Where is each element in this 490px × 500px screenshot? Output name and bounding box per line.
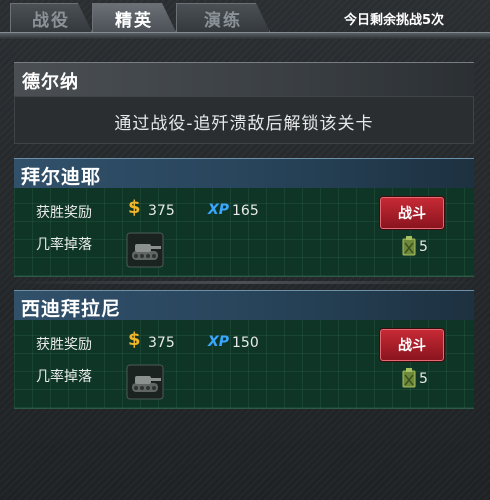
tab-campaign[interactable]: 战役 (10, 3, 92, 32)
xp-icon: XP (208, 202, 230, 218)
tank-icon[interactable] (126, 364, 164, 400)
locked-stage-title: 德尔纳 (22, 72, 79, 93)
unlock-requirement: 通过战役-追歼溃敌后解锁该关卡 (114, 114, 374, 134)
stage-title: 拜尔迪耶 (21, 166, 102, 188)
xp-reward: 165 (232, 203, 259, 219)
reward-label: 获胜奖励 (36, 205, 92, 221)
coin-reward: 375 (148, 335, 175, 351)
drop-label: 几率掉落 (36, 369, 92, 385)
fight-button[interactable]: 战斗 (380, 329, 444, 361)
game-panel: 战役 精英 演练 今日剩余挑战5次 德尔纳 通过战役-追歼溃敌后解锁该关卡 拜尔… (0, 0, 490, 500)
stage-header: 拜尔迪耶 (14, 158, 474, 189)
coin-icon: $ (128, 329, 141, 350)
stamina-cost: 5 (419, 239, 428, 255)
stage-body: 获胜奖励 $ 375 XP 150 几率掉落 战斗 5 (14, 320, 474, 409)
locked-stage-body: 通过战役-追歼溃敌后解锁该关卡 (14, 96, 474, 144)
stage-card: 西迪拜拉尼 获胜奖励 $ 375 XP 150 几率掉落 战斗 5 (14, 290, 474, 409)
reward-label: 获胜奖励 (36, 337, 92, 353)
remaining-challenges: 今日剩余挑战5次 (343, 13, 444, 28)
xp-reward: 150 (232, 335, 259, 351)
stage-body: 获胜奖励 $ 375 XP 165 几率掉落 战斗 5 (14, 188, 474, 277)
coin-icon: $ (128, 197, 141, 218)
fuel-can-icon (402, 368, 416, 388)
xp-icon: XP (208, 334, 230, 350)
stage-title: 西迪拜拉尼 (21, 298, 122, 320)
stage-header: 西迪拜拉尼 (14, 290, 474, 321)
stage-card: 拜尔迪耶 获胜奖励 $ 375 XP 165 几率掉落 战斗 5 (14, 158, 474, 277)
drop-label: 几率掉落 (36, 237, 92, 253)
locked-stage-header: 德尔纳 (14, 62, 474, 97)
tab-bar: 战役 精英 演练 今日剩余挑战5次 (0, 0, 490, 34)
fight-button[interactable]: 战斗 (380, 197, 444, 229)
fuel-can-icon (402, 236, 416, 256)
card-divider (14, 281, 474, 284)
tab-drill[interactable]: 演练 (176, 3, 270, 32)
tab-elite[interactable]: 精英 (92, 3, 176, 32)
top-divider (0, 32, 490, 39)
coin-reward: 375 (148, 203, 175, 219)
stamina-cost: 5 (419, 371, 428, 387)
tank-icon[interactable] (126, 232, 164, 268)
